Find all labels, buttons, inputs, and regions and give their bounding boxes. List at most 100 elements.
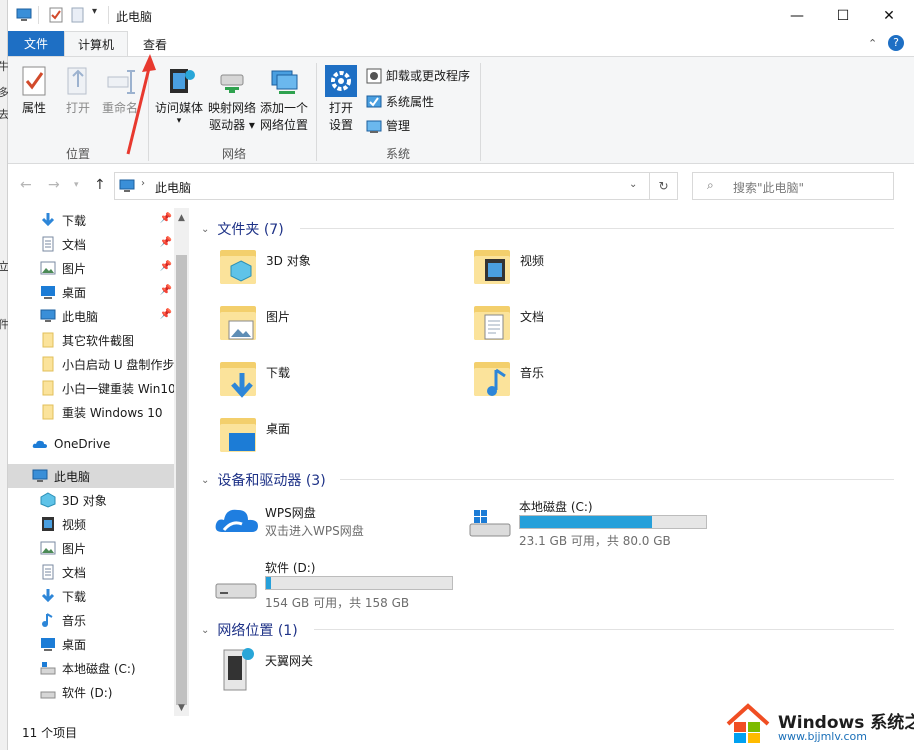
- wps-drive-name: WPS网盘: [265, 506, 316, 520]
- nav-item-folder[interactable]: 其它软件截图: [8, 328, 174, 352]
- pin-icon[interactable]: 📌: [160, 309, 172, 320]
- nav-item-drive-d[interactable]: 软件 (D:): [8, 680, 174, 704]
- access-media-button[interactable]: 访问媒体 ▾: [154, 65, 204, 126]
- nav-item-label: 图片: [62, 261, 87, 276]
- uninstall-button[interactable]: 卸载或更改程序: [366, 67, 470, 84]
- network-section-header[interactable]: ⌄ 网络位置 (1): [201, 620, 298, 640]
- nav-item-folder[interactable]: 小白启动 U 盘制作步: [8, 352, 174, 376]
- map-drive-icon: [220, 74, 244, 93]
- system-properties-button[interactable]: 系统属性: [366, 93, 434, 110]
- open-button[interactable]: 打开: [60, 65, 96, 117]
- close-button[interactable]: ✕: [866, 0, 912, 31]
- nav-item-pictures[interactable]: 图片 📌: [8, 256, 174, 280]
- nav-item-documents[interactable]: 文档 📌: [8, 232, 174, 256]
- nav-item-drive-c[interactable]: 本地磁盘 (C:): [8, 656, 174, 680]
- nav-item-music[interactable]: 音乐: [8, 608, 174, 632]
- help-icon[interactable]: ?: [888, 35, 904, 51]
- picture-icon: [40, 541, 56, 555]
- nav-item-downloads[interactable]: 下载 📌: [8, 208, 174, 232]
- scroll-up-icon[interactable]: ▲: [174, 210, 189, 226]
- address-bar[interactable]: › 此电脑 ⌄: [114, 172, 650, 200]
- nav-item-label: 软件 (D:): [62, 685, 113, 700]
- add-network-location-button[interactable]: 添加一个 网络位置: [258, 65, 310, 134]
- quick-access-dropdown-icon[interactable]: ▾: [92, 6, 97, 17]
- folder-tile[interactable]: 音乐: [472, 358, 544, 398]
- maximize-button[interactable]: ☐: [820, 0, 866, 31]
- wps-drive-sub: 双击进入WPS网盘: [265, 524, 364, 538]
- network-location-tile[interactable]: 天翼网关: [214, 644, 414, 696]
- nav-item-videos[interactable]: 视频: [8, 512, 174, 536]
- open-settings-label-2: 设置: [328, 118, 353, 132]
- folder-tile[interactable]: 图片: [218, 302, 290, 342]
- nav-item-pictures[interactable]: 图片: [8, 536, 174, 560]
- up-arrow-icon[interactable]: ↑: [94, 177, 106, 193]
- breadcrumb-this-pc[interactable]: 此电脑: [155, 179, 191, 196]
- nav-item-this-pc-pinned[interactable]: 此电脑 📌: [8, 304, 174, 328]
- nav-item-onedrive[interactable]: OneDrive: [8, 432, 174, 456]
- nav-item-label: 重装 Windows 10: [62, 405, 163, 420]
- breadcrumb-chevron-icon[interactable]: ›: [141, 178, 145, 189]
- tab-file[interactable]: 文件: [8, 31, 64, 56]
- pin-icon[interactable]: 📌: [160, 237, 172, 248]
- folder-label: 下载: [266, 366, 291, 380]
- chevron-down-icon: ⌄: [201, 223, 210, 235]
- 3d-objects-icon: [40, 492, 56, 508]
- nav-item-downloads[interactable]: 下载: [8, 584, 174, 608]
- manage-button[interactable]: 管理: [366, 117, 410, 134]
- new-folder-quick-icon[interactable]: [70, 7, 86, 23]
- map-drive-label-2-text: 驱动器: [209, 118, 246, 132]
- folder-tile[interactable]: 视频: [472, 246, 544, 286]
- computer-icon: [16, 8, 32, 21]
- nav-item-this-pc[interactable]: 此电脑: [8, 464, 174, 488]
- map-network-drive-button[interactable]: 映射网络 驱动器 ▾: [206, 65, 258, 134]
- music-icon: [42, 613, 53, 627]
- search-input[interactable]: ⌕ 搜索"此电脑": [692, 172, 894, 200]
- refresh-icon[interactable]: ↻: [650, 172, 678, 200]
- chevron-down-icon: ⌄: [201, 474, 210, 486]
- pin-icon[interactable]: 📌: [160, 261, 172, 272]
- forward-arrow-icon[interactable]: →: [48, 177, 60, 193]
- drive-c-name: 本地磁盘 (C:): [519, 500, 593, 514]
- folders-section-header[interactable]: ⌄ 文件夹 (7): [201, 219, 284, 239]
- map-drive-label-1: 映射网络: [207, 101, 256, 115]
- folder-tile[interactable]: 桌面: [218, 414, 290, 454]
- open-settings-button[interactable]: 打开 设置: [324, 65, 358, 134]
- nav-item-label: 下载: [62, 589, 87, 604]
- recent-dropdown-icon[interactable]: ▾: [74, 180, 79, 190]
- nav-item-folder[interactable]: 重装 Windows 10: [8, 400, 174, 424]
- nav-item-label: 本地磁盘 (C:): [62, 661, 136, 676]
- nav-item-label: 文档: [62, 565, 87, 580]
- nav-scroll-thumb[interactable]: [176, 255, 187, 705]
- nav-item-desktop[interactable]: 桌面: [8, 632, 174, 656]
- properties-button[interactable]: 属性: [16, 65, 52, 117]
- drive-c-tile[interactable]: 本地磁盘 (C:) 23.1 GB 可用，共 80.0 GB: [468, 496, 718, 548]
- devices-section-header[interactable]: ⌄ 设备和驱动器 (3): [201, 470, 326, 490]
- scroll-down-icon[interactable]: ▼: [174, 700, 189, 716]
- drive-d-tile[interactable]: 软件 (D:) 154 GB 可用，共 158 GB: [214, 558, 464, 610]
- wps-cloud-icon: [215, 509, 258, 532]
- properties-quick-icon[interactable]: [48, 7, 64, 23]
- folder-label: 视频: [520, 254, 545, 268]
- document-icon: [42, 564, 54, 580]
- folder-tile[interactable]: 下载: [218, 358, 290, 398]
- add-location-label-1: 添加一个: [259, 101, 308, 115]
- tab-computer[interactable]: 计算机: [64, 31, 128, 57]
- address-dropdown-icon[interactable]: ⌄: [629, 179, 637, 190]
- manage-icon: [366, 120, 382, 133]
- add-location-label-2: 网络位置: [259, 118, 308, 132]
- minimize-button[interactable]: —: [774, 0, 820, 31]
- pin-icon[interactable]: 📌: [160, 213, 172, 224]
- nav-item-documents[interactable]: 文档: [8, 560, 174, 584]
- nav-item-3d-objects[interactable]: 3D 对象: [8, 488, 174, 512]
- wps-drive-tile[interactable]: WPS网盘 双击进入WPS网盘: [214, 500, 454, 544]
- nav-item-desktop[interactable]: 桌面 📌: [8, 280, 174, 304]
- computer-icon: [32, 469, 48, 482]
- computer-icon: [119, 179, 135, 192]
- pin-icon[interactable]: 📌: [160, 285, 172, 296]
- folder-tile[interactable]: 3D 对象: [218, 246, 311, 286]
- collapse-ribbon-icon[interactable]: ⌃: [868, 37, 877, 50]
- back-arrow-icon[interactable]: ←: [20, 177, 32, 193]
- nav-item-folder[interactable]: 小白一键重装 Win10: [8, 376, 174, 400]
- folder-tile[interactable]: 文档: [472, 302, 544, 342]
- computer-icon: [40, 309, 56, 322]
